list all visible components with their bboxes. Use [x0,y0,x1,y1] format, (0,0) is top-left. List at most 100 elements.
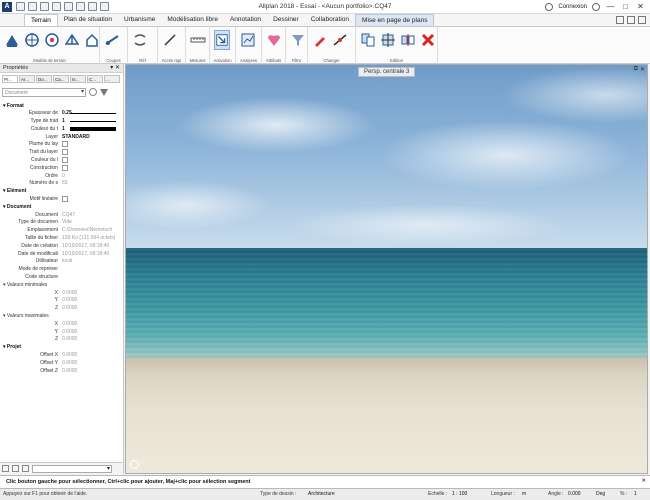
property-row[interactable]: Epaisseur de 0.25 [0,110,123,118]
help-ribbon-icon[interactable] [638,16,646,24]
tab-proprietes[interactable]: Pr... [2,75,18,83]
property-row[interactable]: Type de trait 1 [0,118,123,126]
property-checkbox[interactable] [62,164,68,171]
property-row[interactable]: Z 0.0000 [0,305,123,313]
property-row[interactable]: Motif linéaire [0,196,123,204]
tab-is[interactable]: Is... [70,75,86,83]
tab-ca[interactable]: Ca... [53,75,69,83]
property-row[interactable]: Plume du lay [0,141,123,149]
property-row[interactable]: Z 0.0000 [0,336,123,344]
property-row[interactable]: Construction [0,164,123,172]
property-value[interactable]: 0.0000 [62,329,120,335]
property-row[interactable]: Trait du layer [0,149,123,157]
section-icon[interactable] [104,30,120,50]
attributes-icon[interactable] [266,30,282,50]
account-label[interactable]: Connexion [558,4,587,10]
tab-c[interactable]: C... [87,75,103,83]
property-section-header[interactable]: Valeurs minimales [0,281,123,289]
help-icon[interactable] [592,3,600,11]
property-row[interactable]: Couleur du l [0,157,123,165]
property-value[interactable]: 0.0000 [62,305,120,311]
property-row[interactable]: Layer STANDARD [0,133,123,141]
favorites-dropdown[interactable] [32,464,112,473]
property-value[interactable]: local [62,258,120,264]
measure-icon[interactable] [190,30,206,50]
property-value[interactable]: Vide [62,219,120,225]
property-value[interactable]: 1 [62,126,120,132]
property-row[interactable]: Taille du fichier 128 Ko (131 094 octets) [0,235,123,243]
property-row[interactable]: Ordre 0 [0,172,123,180]
property-section-header[interactable]: Format [0,102,123,110]
property-value[interactable]: 10/10/2017, 09:18:40 [62,243,120,249]
close-button[interactable]: ✕ [633,1,648,13]
property-row[interactable]: X 0.0000 [0,289,123,297]
property-row[interactable]: Y 0.0000 [0,328,123,336]
maximize-button[interactable]: □ [618,1,633,13]
triangulation-icon[interactable] [64,30,80,50]
tab-modelisation-libre[interactable]: Modélisation libre [161,14,224,26]
line-tool-icon[interactable] [162,30,178,50]
property-row[interactable]: X 0.0000 [0,320,123,328]
property-section-header[interactable]: Elément [0,188,123,196]
property-value[interactable]: 0.0000 [62,360,120,366]
restore-view-icon[interactable]: ⧉ [634,66,638,73]
tab-terrain[interactable]: Terrain [24,14,58,26]
minimize-button[interactable]: — [603,1,618,13]
property-section-header[interactable]: Valeurs maximales [0,313,123,321]
property-value[interactable]: 0 [62,173,120,179]
wand-icon[interactable] [12,465,19,472]
property-value[interactable]: 0.0000 [62,297,120,303]
navigation-icon[interactable] [130,460,139,469]
property-value[interactable]: STANDARD [62,134,120,140]
angle-unit[interactable]: Deg [596,491,605,497]
property-row[interactable]: Y 0.0000 [0,297,123,305]
property-section-header[interactable]: Document [0,203,123,211]
tab-annotation[interactable]: Annotation [224,14,267,26]
tab-collaboration[interactable]: Collaboration [305,14,355,26]
property-row[interactable]: Document CQ47 [0,211,123,219]
property-value[interactable]: 0.0000 [62,352,120,358]
property-checkbox[interactable] [62,141,68,148]
settings-icon[interactable] [627,16,635,24]
terrain-model-icon[interactable] [4,30,20,50]
property-row[interactable]: Offset Z 0.0000 [0,367,123,375]
property-row[interactable]: Offset X 0.0000 [0,352,123,360]
property-checkbox[interactable] [62,157,68,164]
property-row[interactable]: Emplacement C:\Données\Nemetsch [0,227,123,235]
length-value[interactable]: m [522,491,526,497]
property-value[interactable]: 0.25 [62,110,120,116]
analysis-icon[interactable] [240,30,256,50]
copy-element-icon[interactable] [360,30,376,50]
property-row[interactable]: Couleur du t 1 [0,125,123,133]
angle-value[interactable]: 0.000 [568,491,581,497]
pick-icon[interactable] [2,465,9,472]
property-row[interactable]: Type de documen Vide [0,219,123,227]
tab-more[interactable]: ... [104,75,120,83]
tab-do[interactable]: Do... [36,75,52,83]
point-grid-icon[interactable] [24,30,40,50]
user-icon[interactable] [545,3,554,11]
drawing-type-value[interactable]: Architecture [308,491,335,497]
property-row[interactable]: Offset Y 0.0000 [0,359,123,367]
percent-value[interactable]: 1 [634,491,637,497]
3d-viewport[interactable]: Persp. centrale 3 ⧉ ✕ [125,64,648,474]
property-value[interactable]: 0.0000 [62,321,120,327]
property-value[interactable]: 0.0000 [62,368,120,374]
filter-icon[interactable] [290,30,306,50]
activation-icon[interactable] [214,30,230,50]
object-type-dropdown[interactable]: Document [2,87,86,97]
mirror-icon[interactable] [400,30,416,50]
brush-icon[interactable] [22,465,29,472]
property-row[interactable]: Date de modificati 10/10/2017, 09:18:40 [0,250,123,258]
tab-urbanisme[interactable]: Urbanisme [118,14,161,26]
palette-icon[interactable] [616,16,624,24]
property-value[interactable]: C:\Données\Nemetsch [62,227,120,233]
property-value[interactable]: 65 [62,180,120,186]
property-value[interactable]: CQ47 [62,212,120,218]
scale-value[interactable]: 1 : 100 [452,491,467,497]
property-checkbox[interactable] [62,149,68,156]
tab-plan-de-situation[interactable]: Plan de situation [58,14,118,26]
view-name-label[interactable]: Persp. centrale 3 [358,67,416,77]
property-checkbox[interactable] [62,196,68,203]
tab-dessiner[interactable]: Dessiner [267,14,305,26]
